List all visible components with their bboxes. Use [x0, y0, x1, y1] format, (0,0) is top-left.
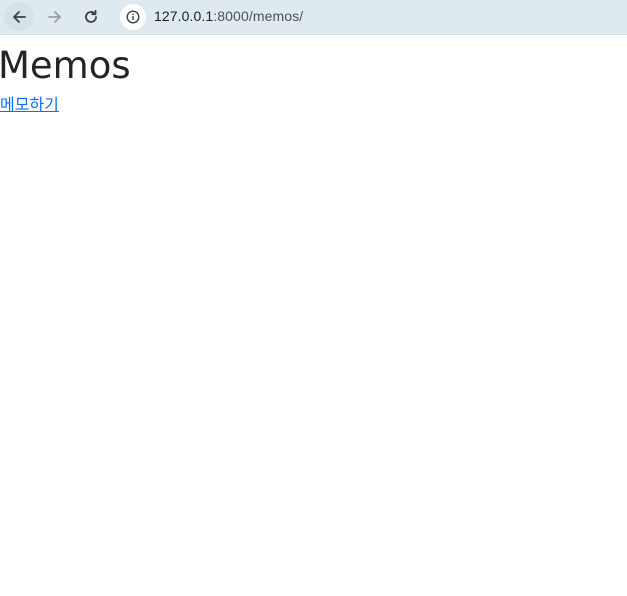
url-text[interactable]: 127.0.0.1:8000/memos/	[154, 8, 303, 24]
browser-toolbar: 127.0.0.1:8000/memos/	[0, 0, 627, 35]
forward-button[interactable]	[40, 3, 70, 31]
reload-button[interactable]	[76, 3, 106, 31]
url-path: :8000/memos/	[213, 8, 304, 24]
page-content: Memos 메모하기	[0, 40, 627, 596]
memo-link[interactable]: 메모하기	[0, 95, 59, 117]
back-button[interactable]	[4, 3, 34, 31]
page-title: Memos	[0, 44, 131, 87]
url-host: 127.0.0.1	[154, 8, 214, 24]
site-info-button[interactable]	[120, 4, 146, 30]
reload-icon	[85, 9, 97, 23]
info-icon	[126, 10, 140, 24]
arrow-right-icon	[48, 11, 61, 23]
arrow-left-icon	[13, 11, 26, 23]
